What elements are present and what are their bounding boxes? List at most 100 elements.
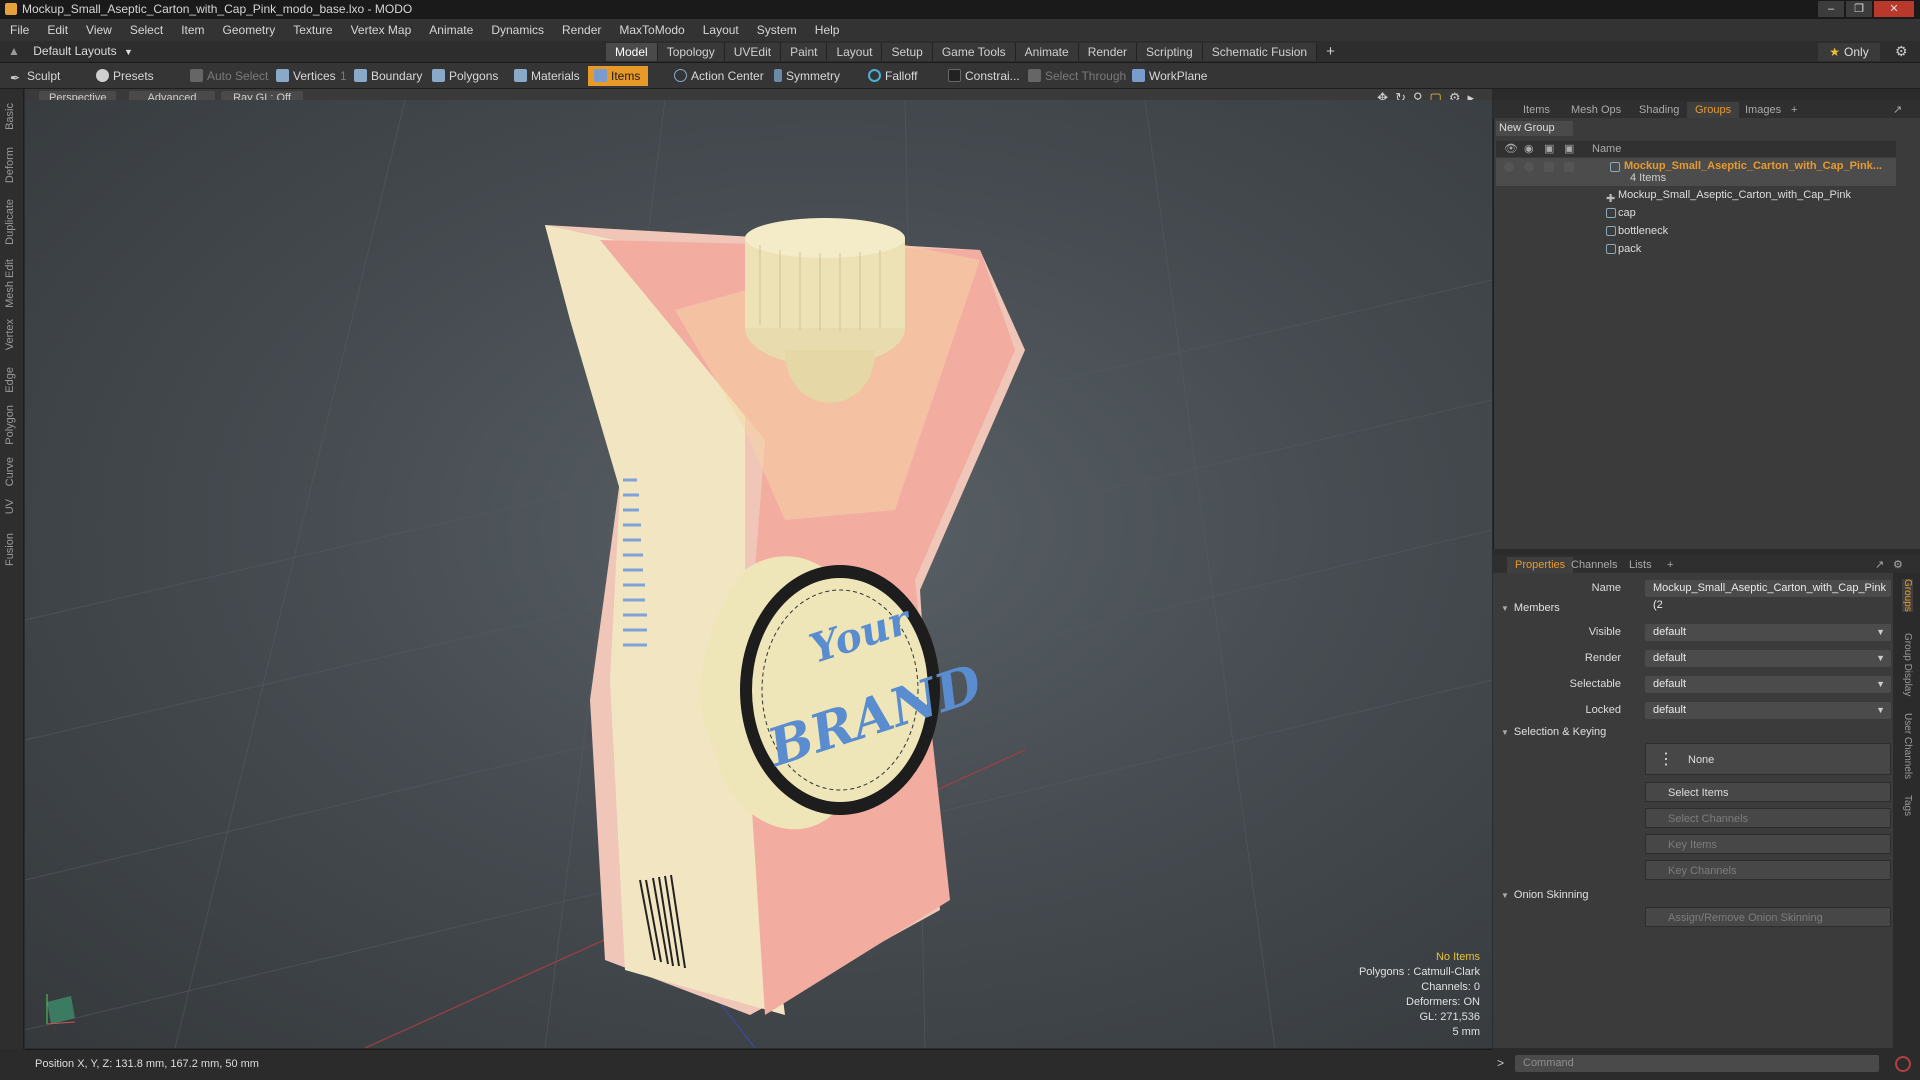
command-input[interactable]: Command: [1515, 1055, 1879, 1072]
tab-groups[interactable]: Groups: [1687, 102, 1740, 118]
polygons-button[interactable]: Polygons: [428, 66, 498, 86]
list-item[interactable]: ✚ Mockup_Small_Aseptic_Carton_with_Cap_P…: [1496, 186, 1896, 205]
none-button[interactable]: ⋮ None: [1645, 743, 1891, 775]
select-channels-button[interactable]: Select Channels: [1645, 808, 1891, 828]
visible-select[interactable]: default ▼: [1645, 624, 1891, 641]
menu-vertex-map[interactable]: Vertex Map: [351, 23, 412, 37]
render-toggle[interactable]: [1524, 162, 1534, 172]
auto-select-button[interactable]: Auto Select: [186, 66, 268, 86]
list-item[interactable]: cap: [1496, 204, 1896, 222]
eye-icon[interactable]: 👁: [1504, 141, 1518, 157]
only-button[interactable]: ★ Only: [1818, 43, 1880, 61]
key-items-button[interactable]: Key Items: [1645, 834, 1891, 854]
tab-edge[interactable]: Edge: [4, 367, 16, 393]
menu-render[interactable]: Render: [562, 23, 601, 37]
constraints-button[interactable]: Constrai...: [944, 66, 1020, 86]
tab-scripting[interactable]: Scripting: [1137, 43, 1203, 61]
minimize-icon[interactable]: –: [1818, 1, 1844, 17]
tab-layout[interactable]: Layout: [827, 43, 883, 61]
menu-help[interactable]: Help: [815, 23, 840, 37]
members-section[interactable]: ▼ Members: [1501, 602, 1560, 614]
tab-deform[interactable]: Deform: [4, 147, 16, 183]
tab-fusion[interactable]: Fusion: [4, 533, 16, 566]
gear-icon[interactable]: ⚙: [1885, 557, 1911, 573]
menu-view[interactable]: View: [86, 23, 112, 37]
tab-animate[interactable]: Animate: [1015, 43, 1079, 61]
tab-curve[interactable]: Curve: [4, 457, 16, 486]
action-center-button[interactable]: Action Center: [670, 66, 764, 86]
tab-setup[interactable]: Setup: [882, 43, 933, 61]
menu-layout[interactable]: Layout: [703, 23, 739, 37]
menu-select[interactable]: Select: [130, 23, 163, 37]
gear-icon[interactable]: ⚙: [1895, 43, 1908, 60]
symmetry-button[interactable]: Symmetry: [770, 66, 840, 86]
lock-icon[interactable]: ▣: [1544, 141, 1554, 157]
materials-button[interactable]: Materials: [510, 66, 580, 86]
tab-basic[interactable]: Basic: [4, 103, 16, 130]
carton-model[interactable]: Your BRAND: [545, 218, 1025, 1015]
name-column-header[interactable]: Name: [1592, 141, 1621, 157]
items-button[interactable]: Items: [588, 66, 649, 86]
vertices-button[interactable]: Vertices: [272, 66, 336, 86]
tab-images[interactable]: Images: [1737, 102, 1789, 118]
record-icon[interactable]: [1895, 1056, 1911, 1072]
tab-channels[interactable]: Channels: [1563, 557, 1625, 573]
select-items-button[interactable]: Select Items: [1645, 782, 1891, 802]
tab-group-display[interactable]: Group Display: [1902, 633, 1913, 696]
menu-edit[interactable]: Edit: [47, 23, 68, 37]
assign-onion-button[interactable]: Assign/Remove Onion Skinning: [1645, 907, 1891, 927]
falloff-button[interactable]: Falloff: [864, 66, 917, 86]
add-tab-icon[interactable]: +: [1317, 43, 1344, 61]
tab-paint[interactable]: Paint: [781, 43, 828, 61]
tab-lists[interactable]: Lists: [1621, 557, 1660, 573]
list-item[interactable]: bottleneck: [1496, 222, 1896, 240]
menu-texture[interactable]: Texture: [293, 23, 332, 37]
render-select[interactable]: default ▼: [1645, 650, 1891, 667]
selectable-select[interactable]: default ▼: [1645, 676, 1891, 693]
tab-user-channels[interactable]: User Channels: [1902, 713, 1913, 779]
tab-topology[interactable]: Topology: [657, 43, 725, 61]
add-tab-icon[interactable]: +: [1783, 102, 1805, 118]
menu-animate[interactable]: Animate: [429, 23, 473, 37]
tab-vertex[interactable]: Vertex: [4, 319, 16, 350]
menu-dynamics[interactable]: Dynamics: [491, 23, 544, 37]
expand-icon[interactable]: ↗: [1885, 102, 1910, 118]
tab-game-tools[interactable]: Game Tools: [932, 43, 1016, 61]
menu-file[interactable]: File: [10, 23, 29, 37]
tab-duplicate[interactable]: Duplicate: [4, 199, 16, 245]
menu-system[interactable]: System: [757, 23, 797, 37]
selection-keying-section[interactable]: ▼ Selection & Keying: [1501, 726, 1606, 738]
visibility-toggle[interactable]: [1504, 162, 1514, 172]
select-toggle[interactable]: [1564, 162, 1574, 172]
name-field[interactable]: Mockup_Small_Aseptic_Carton_with_Cap_Pin…: [1645, 580, 1891, 611]
render-icon[interactable]: ◉: [1524, 141, 1534, 157]
tab-mesh-edit[interactable]: Mesh Edit: [4, 259, 16, 308]
tab-polygon[interactable]: Polygon: [4, 405, 16, 445]
presets-button[interactable]: Presets: [92, 66, 154, 86]
select-through-button[interactable]: Select Through: [1024, 66, 1126, 86]
restore-icon[interactable]: ❐: [1846, 1, 1872, 17]
onion-skinning-section[interactable]: ▼ Onion Skinning: [1501, 889, 1589, 901]
lock-toggle[interactable]: [1544, 162, 1554, 172]
layouts-dropdown[interactable]: ▲ Default Layouts ▼: [8, 44, 133, 58]
locked-select[interactable]: default ▼: [1645, 702, 1891, 719]
tab-uv[interactable]: UV: [4, 499, 16, 514]
tab-schematic-fusion[interactable]: Schematic Fusion: [1202, 43, 1318, 61]
select-icon[interactable]: ▣: [1564, 141, 1574, 157]
tab-shading[interactable]: Shading: [1631, 102, 1687, 118]
boundary-button[interactable]: Boundary: [350, 66, 422, 86]
key-channels-button[interactable]: Key Channels: [1645, 860, 1891, 880]
menu-maxtomodo[interactable]: MaxToModo: [619, 23, 684, 37]
menu-item[interactable]: Item: [181, 23, 204, 37]
tab-model[interactable]: Model: [606, 43, 658, 61]
tab-render[interactable]: Render: [1078, 43, 1138, 61]
group-row-root[interactable]: Mockup_Small_Aseptic_Carton_with_Cap_Pin…: [1496, 158, 1896, 186]
tab-groups-side[interactable]: Groups: [1902, 579, 1913, 612]
workplane-button[interactable]: WorkPlane: [1128, 66, 1207, 86]
new-group-button[interactable]: New Group: [1496, 121, 1573, 136]
tab-mesh-ops[interactable]: Mesh Ops: [1563, 102, 1629, 118]
add-tab-icon[interactable]: +: [1659, 557, 1681, 573]
menu-geometry[interactable]: Geometry: [223, 23, 276, 37]
3d-viewport[interactable]: Your BRAND No Items Polygons : Catmull-C…: [25, 100, 1492, 1048]
tab-tags[interactable]: Tags: [1902, 795, 1913, 816]
